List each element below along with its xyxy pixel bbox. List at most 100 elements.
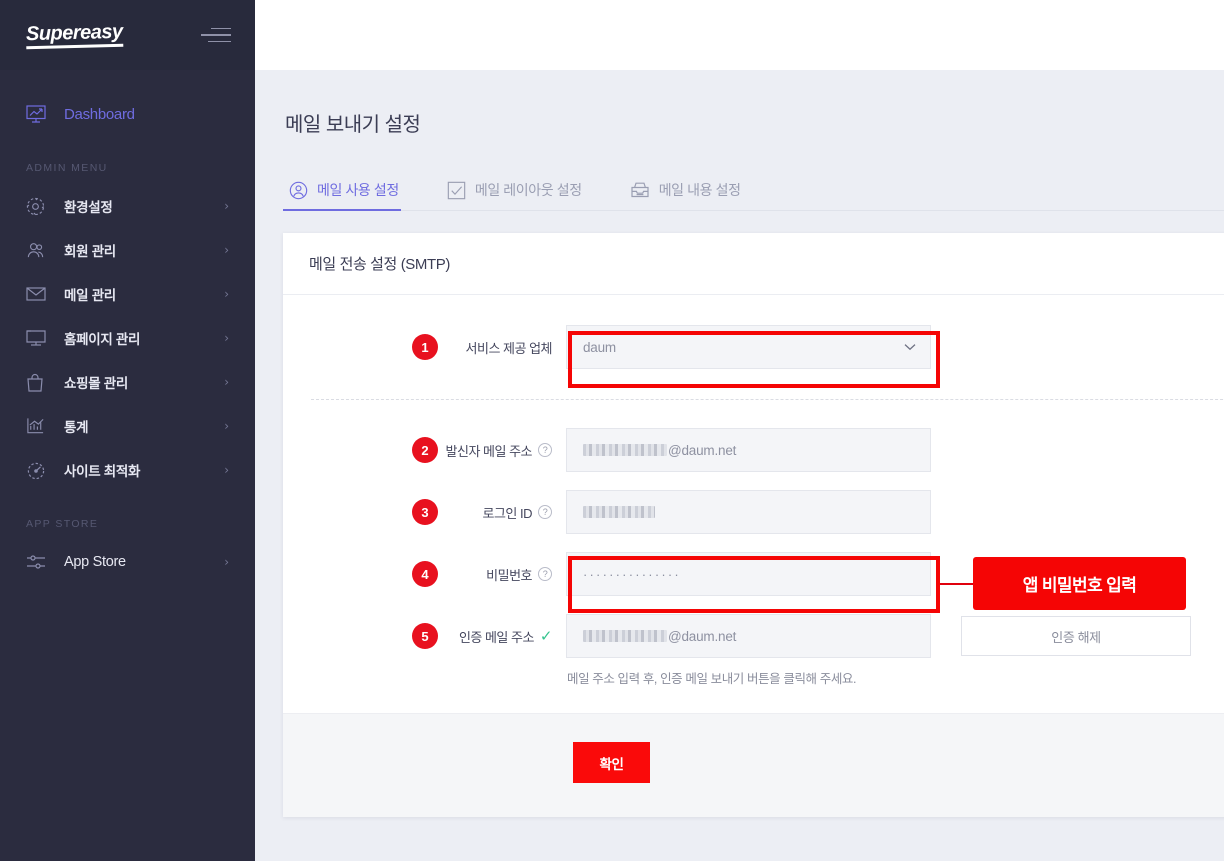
step-badge-5: 5 <box>412 623 438 649</box>
sidebar-nav: Dashboard ADMIN MENU 환경설정 › <box>0 70 255 584</box>
chevron-right-icon: › <box>224 463 229 477</box>
sidebar-item-statistics[interactable]: 통계 › <box>0 404 255 448</box>
chevron-right-icon: › <box>224 243 229 257</box>
form-row-provider: 1 서비스 제공 업체 daum <box>283 295 1224 399</box>
annotation-connector-line <box>940 583 974 585</box>
chevron-right-icon: › <box>224 199 229 213</box>
annotation-callout-label: 앱 비밀번호 입력 <box>1023 571 1137 596</box>
sidebar-item-settings[interactable]: 환경설정 › <box>0 184 255 228</box>
monitor-icon <box>26 327 52 349</box>
badge-cell: 4 <box>283 561 438 587</box>
sender-email-input[interactable]: @daum.net <box>566 428 931 472</box>
sidebar-item-label: 회원 관리 <box>64 240 116 260</box>
provider-select-value: daum <box>583 340 616 355</box>
verification-email-input[interactable]: @daum.net <box>566 614 931 658</box>
chevron-right-icon: › <box>224 375 229 389</box>
smtp-settings-card: 메일 전송 설정 (SMTP) 1 서비스 제공 업체 daum <box>283 233 1224 817</box>
redacted-value <box>583 630 667 642</box>
badge-cell: 1 <box>283 334 438 360</box>
sidebar-item-members[interactable]: 회원 관리 › <box>0 228 255 272</box>
unverify-button[interactable]: 인증 해제 <box>961 616 1191 656</box>
step-badge-3: 3 <box>412 499 438 525</box>
mail-icon <box>26 283 52 305</box>
sidebar-item-homepage[interactable]: 홈페이지 관리 › <box>0 316 255 360</box>
form-row-login-id: 3 로그인 ID ? <box>283 472 1224 534</box>
tab-label: 메일 레이아웃 설정 <box>475 180 582 200</box>
help-icon[interactable]: ? <box>538 443 552 457</box>
hamburger-menu-icon[interactable] <box>201 17 231 54</box>
tab-label: 메일 사용 설정 <box>317 180 399 200</box>
annotation-callout-app-password: 앱 비밀번호 입력 <box>973 557 1186 610</box>
field-label-sender-email: 발신자 메일 주소 ? <box>438 441 566 460</box>
help-icon[interactable]: ? <box>538 567 552 581</box>
sidebar-section-appstore: APP STORE <box>0 492 255 540</box>
verification-hint: 메일 주소 입력 후, 인증 메일 보내기 버튼을 클릭해 주세요. <box>283 658 1224 687</box>
field-label-password: 비밀번호 ? <box>438 565 566 584</box>
step-badge-1: 1 <box>412 334 438 360</box>
bar-chart-icon <box>26 415 52 437</box>
verified-check-icon: ✓ <box>540 627 552 645</box>
sidebar-item-label: 쇼핑몰 관리 <box>64 372 128 392</box>
sidebar-item-label: 홈페이지 관리 <box>64 328 140 348</box>
sidebar-item-label: 환경설정 <box>64 196 112 216</box>
app-root: Supereasy Dashboard ADMIN MENU <box>0 0 1224 861</box>
sidebar-item-label: App Store <box>64 554 126 570</box>
speedometer-icon <box>26 459 52 481</box>
sidebar-item-label: 사이트 최적화 <box>64 460 140 480</box>
card-body: 1 서비스 제공 업체 daum 2 <box>283 295 1224 713</box>
sliders-icon <box>26 551 52 573</box>
tab-bar: 메일 사용 설정 메일 레이아웃 설정 메일 내용 설정 <box>283 169 1224 211</box>
shopping-bag-icon <box>26 371 52 393</box>
sidebar-item-label: 통계 <box>64 416 88 436</box>
card-title: 메일 전송 설정 (SMTP) <box>283 233 1224 295</box>
gear-icon <box>26 195 52 217</box>
login-id-input[interactable] <box>566 490 931 534</box>
user-circle-icon <box>289 181 308 200</box>
chevron-right-icon: › <box>224 287 229 301</box>
badge-cell: 3 <box>283 499 438 525</box>
page-title: 메일 보내기 설정 <box>255 70 1224 137</box>
brand-logo[interactable]: Supereasy <box>26 21 123 50</box>
password-masked-value: ··············· <box>583 567 681 582</box>
chevron-down-icon <box>904 340 916 354</box>
tab-mail-layout-settings[interactable]: 메일 레이아웃 설정 <box>441 180 594 210</box>
field-label-verification-email: 인증 메일 주소 ✓ <box>438 627 566 646</box>
redacted-value <box>583 444 667 456</box>
sidebar-item-shoppingmall[interactable]: 쇼핑몰 관리 › <box>0 360 255 404</box>
main-content: 메일 보내기 설정 메일 사용 설정 메일 레이아웃 설정 <box>255 70 1224 861</box>
sidebar-item-site-optimization[interactable]: 사이트 최적화 › <box>0 448 255 492</box>
top-bar <box>255 0 1224 70</box>
sender-email-domain: @daum.net <box>668 443 736 458</box>
sidebar-item-app-store[interactable]: App Store › <box>0 540 255 584</box>
chevron-right-icon: › <box>224 331 229 345</box>
redacted-value <box>583 506 655 518</box>
form-row-sender-email: 2 발신자 메일 주소 ? @daum.net <box>283 400 1224 472</box>
checkbox-icon <box>447 181 466 200</box>
badge-cell: 5 <box>283 623 438 649</box>
sidebar-item-label: 메일 관리 <box>64 284 116 304</box>
tab-mail-content-settings[interactable]: 메일 내용 설정 <box>624 180 753 210</box>
field-label-provider: 서비스 제공 업체 <box>438 338 566 357</box>
sidebar-header: Supereasy <box>0 0 255 70</box>
chevron-right-icon: › <box>224 419 229 433</box>
sidebar-item-dashboard[interactable]: Dashboard <box>0 92 255 136</box>
users-icon <box>26 239 52 261</box>
tab-label: 메일 내용 설정 <box>659 180 741 200</box>
chevron-right-icon: › <box>224 555 229 569</box>
verification-email-domain: @daum.net <box>668 629 736 644</box>
inbox-tray-icon <box>630 181 650 199</box>
step-badge-2: 2 <box>412 437 438 463</box>
help-icon[interactable]: ? <box>538 505 552 519</box>
confirm-button[interactable]: 확인 <box>573 742 650 783</box>
step-badge-4: 4 <box>412 561 438 587</box>
card-footer: 확인 <box>283 713 1224 817</box>
sidebar-section-admin: ADMIN MENU <box>0 136 255 184</box>
sidebar-item-mail[interactable]: 메일 관리 › <box>0 272 255 316</box>
sidebar: Supereasy Dashboard ADMIN MENU <box>0 0 255 861</box>
provider-select[interactable]: daum <box>566 325 931 369</box>
badge-cell: 2 <box>283 437 438 463</box>
password-input[interactable]: ··············· <box>566 552 931 596</box>
tab-mail-usage-settings[interactable]: 메일 사용 설정 <box>283 180 411 210</box>
sidebar-item-label: Dashboard <box>64 106 135 123</box>
field-label-login-id: 로그인 ID ? <box>438 503 566 522</box>
